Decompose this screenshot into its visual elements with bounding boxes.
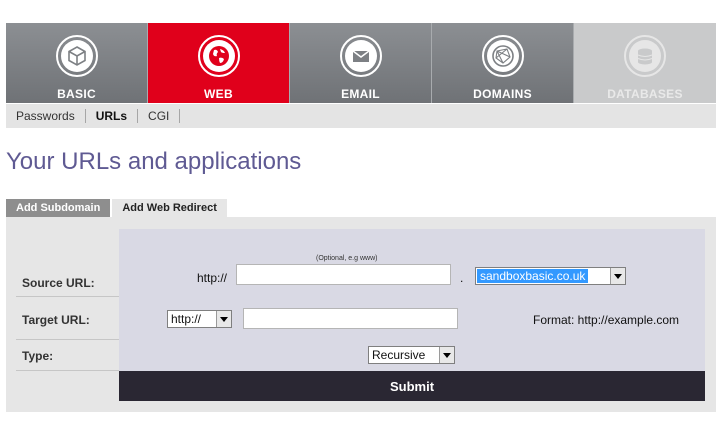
- nav-basic-label: BASIC: [57, 87, 96, 101]
- subnav-urls[interactable]: URLs: [86, 109, 139, 123]
- network-globe-icon: [481, 35, 524, 77]
- globe-icon: [197, 35, 240, 77]
- domain-dot: .: [460, 271, 464, 285]
- redirect-form: Source URL: Target URL: Type: (Optional,…: [6, 217, 716, 412]
- target-url-label: Target URL:: [16, 297, 119, 340]
- source-prefix: http://: [197, 271, 228, 285]
- database-icon: [624, 35, 666, 77]
- chevron-down-icon: [439, 347, 454, 363]
- domain-select[interactable]: sandboxbasic.co.uk: [475, 267, 626, 285]
- format-note: Format: http://example.com: [533, 313, 680, 327]
- form-labels: Source URL: Target URL: Type:: [16, 229, 119, 371]
- nav-web[interactable]: WEB: [148, 23, 290, 103]
- nav-domains-label: DOMAINS: [473, 87, 532, 101]
- tab-add-subdomain[interactable]: Add Subdomain: [6, 199, 111, 217]
- submit-button[interactable]: Submit: [119, 371, 705, 401]
- type-label: Type:: [16, 340, 119, 371]
- chevron-down-icon: [610, 268, 625, 284]
- cube-icon: [55, 35, 98, 77]
- domain-select-value: sandboxbasic.co.uk: [477, 269, 589, 283]
- nav-databases: DATABASES: [574, 23, 716, 103]
- form-tabs: Add Subdomain Add Web Redirect: [6, 199, 227, 217]
- subnav-cgi[interactable]: CGI: [138, 109, 181, 123]
- subdomain-hint: (Optional, e.g www): [316, 255, 378, 262]
- source-url-label: Source URL:: [16, 229, 119, 297]
- form-fields-area: (Optional, e.g www) http:// . sandboxbas…: [119, 229, 705, 371]
- target-url-input[interactable]: [243, 308, 458, 329]
- subnav-passwords[interactable]: Passwords: [6, 109, 86, 123]
- sub-nav: Passwords URLs CGI: [6, 104, 716, 128]
- nav-basic[interactable]: BASIC: [6, 23, 148, 103]
- protocol-select-value: http://: [171, 312, 202, 326]
- type-select-value: Recursive: [372, 348, 426, 362]
- nav-email[interactable]: EMAIL: [290, 23, 432, 103]
- nav-email-label: EMAIL: [341, 87, 380, 101]
- envelope-icon: [339, 35, 382, 77]
- page-title: Your URLs and applications: [6, 148, 302, 175]
- chevron-down-icon: [216, 311, 231, 327]
- nav-web-label: WEB: [204, 87, 233, 101]
- tab-add-web-redirect[interactable]: Add Web Redirect: [112, 199, 227, 217]
- main-nav: BASIC WEB EMAIL DOMAINS DATABASES: [6, 23, 716, 103]
- type-select[interactable]: Recursive: [368, 346, 455, 364]
- protocol-select[interactable]: http://: [167, 310, 232, 328]
- nav-domains[interactable]: DOMAINS: [432, 23, 574, 103]
- nav-databases-label: DATABASES: [607, 87, 683, 101]
- source-subdomain-input[interactable]: [236, 264, 451, 285]
